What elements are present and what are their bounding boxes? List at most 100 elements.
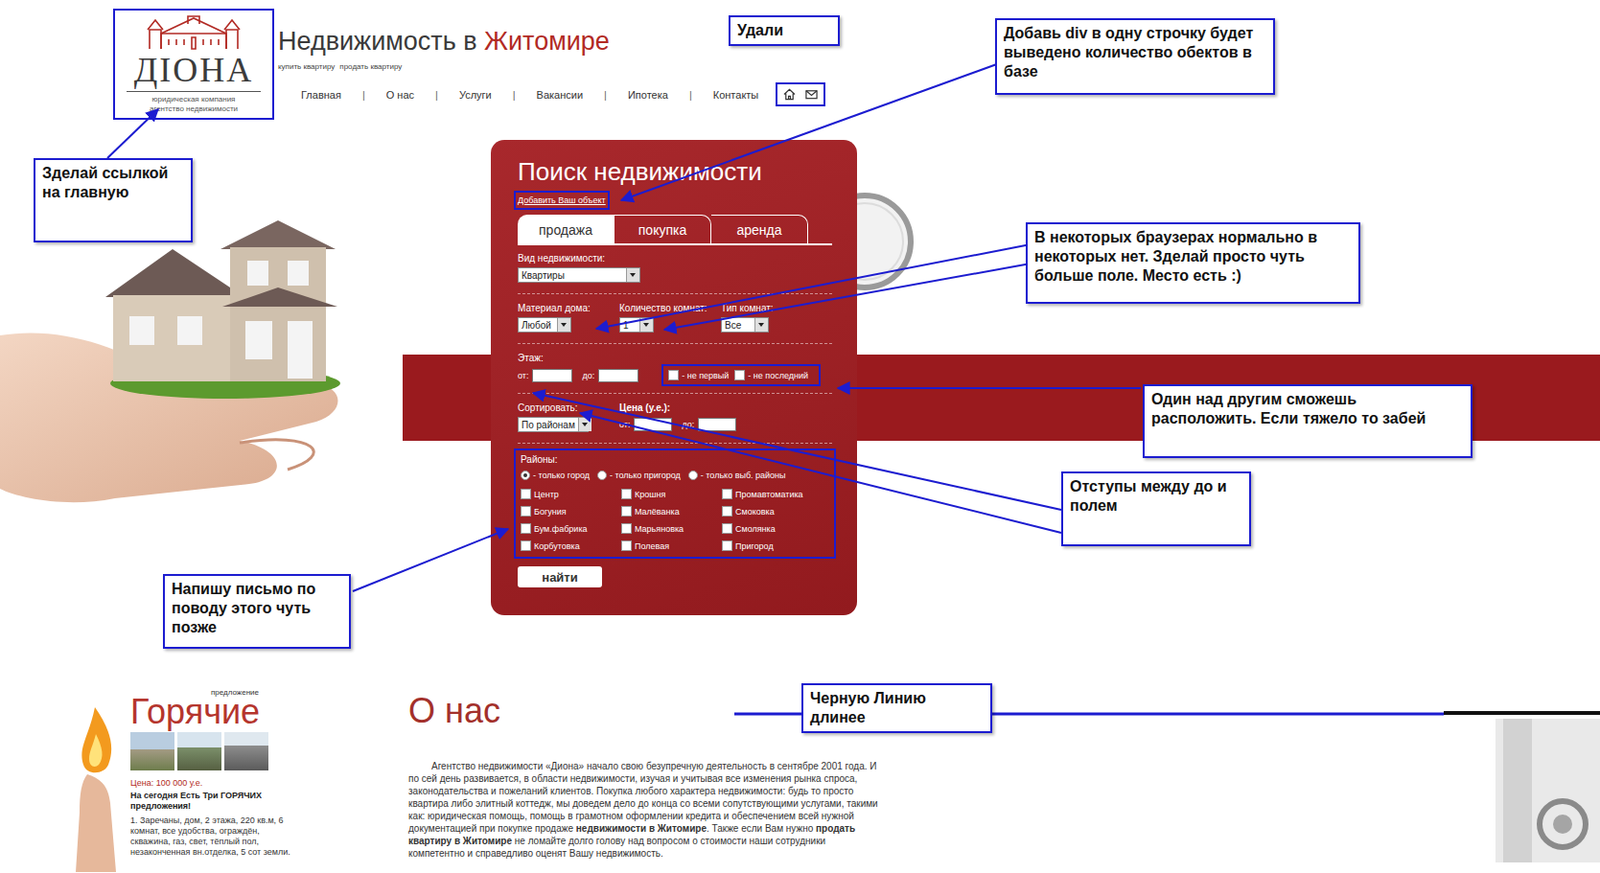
logo-tagline: агентство недвижимости bbox=[149, 104, 238, 115]
district-option[interactable]: Смоковка bbox=[721, 506, 818, 517]
nav-item[interactable]: Вакансии bbox=[536, 89, 584, 101]
annotation-note: Черную Линию длинее bbox=[801, 683, 993, 734]
main-nav: Главная|О нас|Услуги|Вакансии|Ипотека|Ко… bbox=[278, 86, 822, 103]
district-option[interactable]: Малёванка bbox=[621, 506, 722, 517]
checkbox[interactable] bbox=[668, 370, 679, 381]
district-option[interactable]: Центр bbox=[520, 488, 622, 500]
house-in-hand-picture bbox=[0, 191, 437, 557]
price-to-input[interactable] bbox=[697, 417, 737, 432]
sort-select[interactable]: По районам bbox=[517, 417, 589, 433]
floor-option[interactable]: - не первый bbox=[668, 370, 729, 381]
radio[interactable] bbox=[597, 470, 607, 481]
tab[interactable]: аренда bbox=[711, 214, 809, 244]
scope-option[interactable]: - только город bbox=[520, 470, 590, 481]
logo-link[interactable]: ДІОНАюридическая компанияагентство недви… bbox=[116, 12, 271, 116]
checkbox[interactable] bbox=[621, 523, 632, 534]
nav-item[interactable]: Услуги bbox=[459, 89, 492, 101]
checkbox[interactable] bbox=[721, 506, 733, 517]
annotation-arrow bbox=[621, 61, 1005, 201]
price-to-label: до: bbox=[681, 419, 695, 430]
radio[interactable] bbox=[520, 470, 531, 481]
search-button[interactable]: найти bbox=[517, 566, 603, 588]
districts: Районы:- только город- только пригород- … bbox=[517, 452, 833, 556]
checkbox[interactable] bbox=[520, 506, 532, 517]
floor-to-label: до: bbox=[581, 371, 595, 381]
tab[interactable]: покупка bbox=[614, 214, 712, 244]
sub-link[interactable]: продать квартиру bbox=[339, 62, 402, 71]
separator bbox=[517, 442, 833, 444]
price-from-input[interactable] bbox=[633, 417, 673, 432]
about-text-segment: Агентство недвижимости «Диона» начало св… bbox=[408, 761, 879, 835]
district-option[interactable]: Марьяновка bbox=[621, 523, 722, 534]
district-option[interactable]: Крошня bbox=[621, 488, 722, 500]
checkbox[interactable] bbox=[734, 370, 745, 381]
district-option[interactable]: Смолянка bbox=[721, 523, 818, 534]
filter-select[interactable]: Все bbox=[720, 317, 769, 333]
annotation-note: В некоторых браузерах нормально в некото… bbox=[1025, 222, 1361, 304]
about-text: Агентство недвижимости «Диона» начало св… bbox=[408, 760, 879, 860]
filter: Материал дома:Любой bbox=[517, 302, 620, 333]
filter-label: Тип комнат: bbox=[720, 302, 833, 315]
offer-thumbnail[interactable] bbox=[224, 732, 269, 771]
nav-item[interactable]: Контакты bbox=[713, 89, 760, 101]
add-row: Добавить Ваш объект bbox=[517, 189, 833, 208]
floor-to-input[interactable] bbox=[598, 369, 639, 383]
checkbox[interactable] bbox=[721, 488, 733, 500]
floor-label: Этаж: bbox=[517, 352, 833, 365]
scope-option[interactable]: - только выб. районы bbox=[688, 470, 787, 481]
annotation-note: Отступы между до и полем bbox=[1061, 471, 1252, 547]
nav-separator: | bbox=[512, 89, 516, 101]
filter: Тип комнат: Все bbox=[720, 302, 833, 333]
mail-icon[interactable] bbox=[805, 88, 818, 101]
district-list: ЦентрКрошняПромавтоматика БогунияМалёванк… bbox=[520, 488, 830, 552]
sub-link[interactable]: купить квартиру bbox=[278, 62, 335, 71]
add-object-link[interactable]: Добавить Ваш объект bbox=[517, 194, 606, 207]
checkbox[interactable] bbox=[520, 488, 532, 500]
checkbox[interactable] bbox=[721, 540, 733, 552]
checkbox[interactable] bbox=[621, 506, 632, 517]
checkbox[interactable] bbox=[520, 523, 532, 534]
sort-label: Сортировать: bbox=[517, 402, 620, 415]
hero: Поиск недвижимости Добавить Ваш объект про… bbox=[0, 134, 1600, 633]
property-type-label: Вид недвижимости: bbox=[517, 253, 833, 265]
fire-hand-picture bbox=[66, 697, 128, 873]
checkbox[interactable] bbox=[621, 488, 632, 500]
tab[interactable]: продажа bbox=[517, 214, 615, 244]
district-option[interactable]: Корбутовка bbox=[520, 540, 622, 552]
property-type-select[interactable]: Квартиры bbox=[517, 267, 641, 283]
nav-item[interactable]: Главная bbox=[301, 89, 342, 101]
district-option[interactable]: Промавтоматика bbox=[721, 488, 818, 500]
district-option[interactable]: Богуния bbox=[520, 506, 622, 517]
offer-thumbnail[interactable] bbox=[130, 732, 175, 771]
nav-item[interactable]: О нас bbox=[386, 89, 415, 101]
scope-option[interactable]: - только пригород bbox=[597, 470, 681, 481]
separator bbox=[517, 343, 833, 345]
filter-select[interactable]: Любой bbox=[517, 317, 572, 333]
nav-separator: | bbox=[435, 89, 439, 101]
district-option[interactable]: Полевая bbox=[621, 540, 722, 552]
black-line bbox=[1443, 711, 1600, 716]
district-option[interactable]: Бум.фабрика bbox=[520, 523, 622, 534]
radio[interactable] bbox=[688, 470, 698, 481]
price: Цена (у.е.):от:до: bbox=[619, 402, 833, 433]
offer-thumbnail[interactable] bbox=[177, 732, 222, 771]
floor-from-label: от: bbox=[517, 371, 529, 381]
checkbox[interactable] bbox=[721, 523, 733, 534]
floor-option[interactable]: - не последний bbox=[734, 370, 809, 381]
annotation-note: Удали bbox=[728, 15, 840, 47]
search-title: Поиск недвижимости bbox=[517, 157, 833, 186]
filter-select[interactable]: 1 bbox=[619, 317, 654, 333]
sub-links: купить квартиру продать квартиру bbox=[278, 62, 822, 71]
checkbox[interactable] bbox=[520, 540, 532, 552]
separator bbox=[517, 393, 833, 395]
hot-offers: предложениеГорячиеЦена: 100 000 у.е.На с… bbox=[130, 688, 296, 873]
bottom-section: предложениеГорячиеЦена: 100 000 у.е.На с… bbox=[0, 632, 1600, 873]
dropdown-arrow-icon bbox=[626, 268, 640, 282]
site-title-city: Житомире bbox=[484, 26, 610, 56]
nav-item[interactable]: Ипотека bbox=[627, 89, 669, 101]
floor-from-input[interactable] bbox=[532, 369, 573, 383]
checkbox[interactable] bbox=[621, 540, 632, 552]
home-icon[interactable] bbox=[783, 88, 796, 101]
district-option[interactable]: Пригород bbox=[721, 540, 818, 552]
dropdown-arrow-icon bbox=[556, 318, 571, 332]
